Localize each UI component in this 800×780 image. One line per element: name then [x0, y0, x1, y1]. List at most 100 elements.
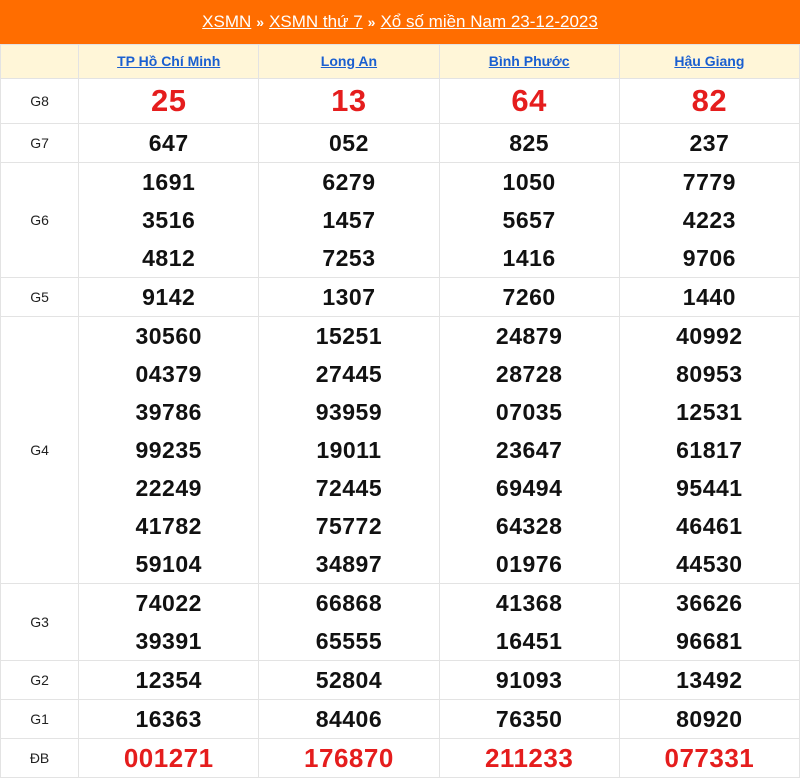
province-link-tp-ho-chi-minh[interactable]: TP Hồ Chí Minh [117, 53, 220, 69]
prize-number: 24879 [495, 323, 563, 349]
prize-number: 44530 [676, 551, 743, 577]
prize-number: 647 [148, 130, 189, 156]
prize-number: 82 [691, 83, 728, 118]
prize-number: 4223 [682, 207, 736, 233]
prize-label: G3 [0, 583, 80, 661]
province-link-long-an[interactable]: Long An [321, 53, 377, 69]
province-cell: Bình Phước [438, 44, 620, 79]
prize-number: 30560 [135, 323, 202, 349]
prize-cell: 1307 [258, 277, 440, 317]
prize-number: 23647 [495, 437, 563, 463]
prize-number: 84406 [315, 706, 383, 732]
prize-row: G2 12354 52804 91093 13492 [0, 660, 800, 700]
prize-cell: 825 [438, 123, 620, 163]
prize-number: 65555 [315, 628, 383, 654]
breadcrumb-separator: » [256, 14, 265, 30]
prize-row: G3 74022 39391 66868 65555 41368 16451 36626 966… [0, 583, 800, 661]
breadcrumb-link-xsmn-thu-7[interactable]: XSMN thứ 7 [269, 12, 363, 32]
prize-cell: 76350 [438, 699, 620, 739]
prize-row: ĐB 001271 176870 211233 077331 [0, 738, 800, 778]
prize-number: 39391 [135, 628, 202, 654]
prize-number: 176870 [304, 743, 394, 773]
prize-number: 40992 [676, 323, 743, 349]
prize-number: 76350 [495, 706, 563, 732]
prize-number: 052 [328, 130, 369, 156]
prize-number: 64328 [495, 513, 563, 539]
province-header-row: TP Hồ Chí Minh Long An Bình Phước Hậu Gi… [0, 44, 800, 79]
prize-cell: 91093 [438, 660, 620, 700]
prize-number: 04379 [135, 361, 202, 387]
prize-number: 41368 [495, 590, 563, 616]
prize-number: 16363 [135, 706, 202, 732]
prize-cell: 077331 [618, 738, 800, 778]
province-cell: TP Hồ Chí Minh [78, 44, 260, 79]
prize-number: 825 [509, 130, 550, 156]
prize-number: 4812 [142, 245, 196, 271]
prize-number: 34897 [315, 551, 383, 577]
corner-cell [0, 44, 80, 79]
prize-number: 9142 [142, 284, 196, 310]
prize-row: G1 16363 84406 76350 80920 [0, 699, 800, 739]
prize-row: G4 30560 04379 39786 99235 22249 41782 59104 152… [0, 316, 800, 584]
prize-number: 13 [331, 83, 367, 118]
results-table: TP Hồ Chí Minh Long An Bình Phước Hậu Gi… [0, 44, 800, 778]
prize-cell: 13 [258, 78, 440, 124]
prize-number: 7260 [502, 284, 556, 310]
prize-number: 66868 [315, 590, 383, 616]
prize-cell: 647 [78, 123, 260, 163]
prize-row: G7 647 052 825 237 [0, 123, 800, 163]
prize-cell: 82 [618, 78, 800, 124]
prize-number: 12531 [676, 399, 743, 425]
prize-number: 99235 [135, 437, 202, 463]
prize-cell: 237 [618, 123, 800, 163]
prize-number: 52804 [315, 667, 383, 693]
prize-number: 211233 [484, 743, 574, 773]
prize-number: 3516 [142, 207, 196, 233]
prize-cell: 001271 [78, 738, 260, 778]
prize-number: 80920 [676, 706, 743, 732]
province-link-binh-phuoc[interactable]: Bình Phước [489, 53, 570, 69]
prize-number: 1050 [502, 169, 556, 195]
prize-number: 36626 [676, 590, 743, 616]
prize-cell: 1440 [618, 277, 800, 317]
breadcrumb-separator: » [367, 14, 376, 30]
prize-row: G8 25 13 64 82 [0, 78, 800, 124]
prize-number: 75772 [315, 513, 383, 539]
prize-number: 1691 [142, 169, 196, 195]
prize-number: 07035 [495, 399, 563, 425]
prize-number: 077331 [664, 743, 755, 773]
prize-number: 64 [511, 83, 547, 118]
breadcrumb-link-current-date[interactable]: Xổ số miền Nam 23-12-2023 [380, 12, 597, 32]
prize-number: 7779 [682, 169, 736, 195]
prize-number: 93959 [315, 399, 383, 425]
breadcrumb-link-xsmn[interactable]: XSMN [202, 12, 251, 32]
prize-number: 9706 [682, 245, 736, 271]
prize-number: 16451 [495, 628, 563, 654]
prize-cell: 40992 80953 12531 61817 95441 46461 44530 [618, 316, 800, 584]
prize-number: 5657 [502, 207, 556, 233]
prize-cell: 176870 [258, 738, 440, 778]
prize-cell: 1691 3516 4812 [78, 162, 260, 278]
prize-row: G5 9142 1307 7260 1440 [0, 277, 800, 317]
prize-label: G8 [0, 78, 80, 124]
province-cell: Hậu Giang [618, 44, 800, 79]
province-link-hau-giang[interactable]: Hậu Giang [674, 53, 744, 69]
prize-number: 59104 [135, 551, 202, 577]
prize-cell: 25 [78, 78, 260, 124]
prize-row: G6 1691 3516 4812 6279 1457 7253 1050 5657 1416 77… [0, 162, 800, 278]
prize-number: 41782 [135, 513, 202, 539]
prize-cell: 74022 39391 [78, 583, 260, 661]
prize-cell: 052 [258, 123, 440, 163]
prize-cell: 24879 28728 07035 23647 69494 64328 01976 [438, 316, 620, 584]
prize-number: 1307 [322, 284, 376, 310]
prize-cell: 52804 [258, 660, 440, 700]
prize-number: 27445 [315, 361, 383, 387]
prize-number: 1416 [502, 245, 556, 271]
prize-cell: 80920 [618, 699, 800, 739]
prize-cell: 41368 16451 [438, 583, 620, 661]
prize-number: 13492 [676, 667, 743, 693]
prize-number: 46461 [676, 513, 743, 539]
prize-number: 01976 [495, 551, 563, 577]
prize-cell: 16363 [78, 699, 260, 739]
prize-cell: 7779 4223 9706 [618, 162, 800, 278]
